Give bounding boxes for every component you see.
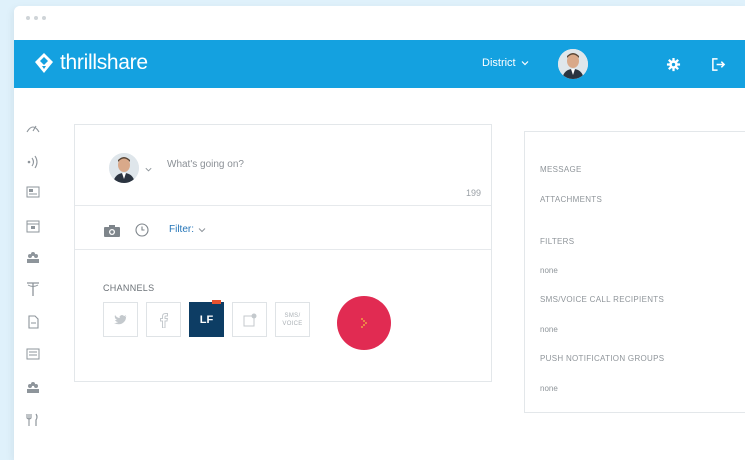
- district-selector[interactable]: District: [482, 57, 530, 69]
- sms-recipients-value: none: [540, 325, 558, 334]
- push-notification-channel[interactable]: [232, 302, 267, 337]
- divider: [75, 249, 491, 250]
- window-controls: [26, 16, 46, 20]
- chevron-down-icon[interactable]: [144, 165, 153, 174]
- filters-value: none: [540, 266, 558, 275]
- sms-voice-channel[interactable]: SMS/ VOICE: [275, 302, 310, 337]
- sms-label-line1: SMS/: [284, 312, 301, 319]
- user-avatar[interactable]: [558, 49, 588, 79]
- channels-label: CHANNELS: [103, 283, 155, 293]
- divider: [75, 205, 491, 206]
- post-input[interactable]: [167, 155, 467, 173]
- push-notification-icon: [243, 313, 256, 326]
- filter-label: Filter:: [169, 224, 194, 235]
- compose-card: 199 Filter: CHANNELS LF: [74, 124, 492, 382]
- document-icon[interactable]: [25, 314, 41, 330]
- sms-recipients-label: SMS/VOICE CALL RECIPIENTS: [540, 295, 665, 304]
- gear-icon[interactable]: [666, 57, 681, 72]
- facebook-icon: [159, 312, 168, 328]
- clock-icon[interactable]: [135, 223, 149, 237]
- person-photo-icon: [109, 153, 139, 183]
- groups-icon[interactable]: [25, 250, 41, 266]
- lf-label: LF: [199, 313, 214, 326]
- newsletter-icon[interactable]: [25, 346, 41, 362]
- character-count: 199: [465, 188, 481, 198]
- filters-label: FILTERS: [540, 237, 575, 246]
- brand-logo[interactable]: thrillshare: [34, 51, 148, 75]
- filter-dropdown[interactable]: Filter:: [169, 224, 207, 235]
- news-icon[interactable]: [25, 184, 41, 200]
- brand-name: thrillshare: [60, 51, 148, 74]
- sms-label-line2: VOICE: [282, 320, 303, 327]
- antenna-icon[interactable]: [25, 281, 41, 297]
- menu-utensils-icon[interactable]: [25, 412, 41, 428]
- sidebar: [14, 88, 54, 460]
- send-arrow-icon: [361, 318, 367, 328]
- facebook-channel[interactable]: [146, 302, 181, 337]
- dashboard-icon[interactable]: [25, 120, 41, 136]
- camera-icon[interactable]: [103, 224, 121, 238]
- window-dot[interactable]: [34, 16, 38, 20]
- top-header: thrillshare District: [14, 40, 745, 88]
- chevron-down-icon: [521, 61, 529, 66]
- sms-voice-label: SMS/ VOICE: [282, 312, 302, 328]
- push-groups-label: PUSH NOTIFICATION GROUPS: [540, 354, 665, 363]
- lf-channel[interactable]: LF: [189, 300, 224, 337]
- attachments-label: ATTACHMENTS: [540, 195, 603, 204]
- staff-icon[interactable]: [25, 380, 41, 396]
- message-label: MESSAGE: [540, 165, 582, 174]
- calendar-icon[interactable]: [25, 218, 41, 234]
- district-label: District: [482, 57, 516, 69]
- window-dot[interactable]: [26, 16, 30, 20]
- send-button[interactable]: [337, 296, 391, 350]
- author-avatar[interactable]: [109, 153, 139, 183]
- window-dot[interactable]: [42, 16, 46, 20]
- title-bar: [14, 6, 745, 40]
- thrillshare-logo-icon: [35, 53, 53, 73]
- chevron-down-icon: [198, 227, 206, 232]
- lf-badge: [212, 300, 221, 304]
- push-groups-value: none: [540, 384, 558, 393]
- person-photo-icon: [558, 49, 588, 79]
- broadcast-icon[interactable]: [25, 154, 41, 170]
- message-summary-panel: MESSAGE ATTACHMENTS FILTERS none SMS/VOI…: [524, 131, 745, 413]
- logout-icon[interactable]: [711, 57, 726, 72]
- twitter-channel[interactable]: [103, 302, 138, 337]
- twitter-icon: [113, 314, 127, 324]
